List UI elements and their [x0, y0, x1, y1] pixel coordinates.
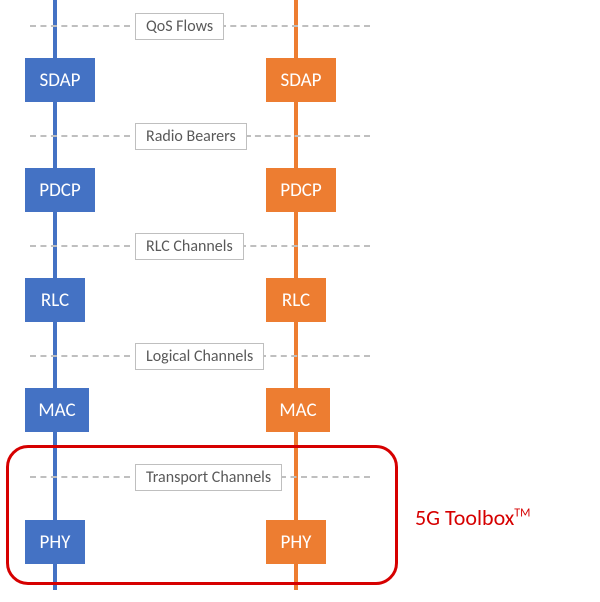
- dash-if0-b: [220, 25, 370, 27]
- interface-rlc-channels: RLC Channels: [135, 233, 244, 260]
- right-rlc: RLC: [266, 278, 326, 322]
- dash-if2-a: [30, 245, 130, 247]
- left-mac: MAC: [25, 388, 89, 432]
- protocol-stack-diagram: QoS Flows Radio Bearers RLC Channels Log…: [0, 0, 600, 602]
- toolbox-label: 5G ToolboxTM: [415, 504, 530, 531]
- dash-if1-b: [245, 135, 370, 137]
- right-sdap: SDAP: [266, 58, 336, 102]
- interface-radio-bearers: Radio Bearers: [135, 123, 247, 150]
- dash-if2-b: [240, 245, 370, 247]
- interface-logical-channels: Logical Channels: [135, 343, 264, 370]
- toolbox-callout-box: [6, 445, 398, 585]
- dash-if1-a: [30, 135, 130, 137]
- dash-if3-b: [260, 355, 370, 357]
- left-pdcp: PDCP: [25, 168, 95, 212]
- interface-qos-flows: QoS Flows: [135, 13, 224, 40]
- left-sdap: SDAP: [25, 58, 95, 102]
- right-mac: MAC: [266, 388, 330, 432]
- dash-if0-a: [30, 25, 130, 27]
- dash-if3-a: [30, 355, 130, 357]
- left-rlc: RLC: [25, 278, 85, 322]
- right-pdcp: PDCP: [266, 168, 336, 212]
